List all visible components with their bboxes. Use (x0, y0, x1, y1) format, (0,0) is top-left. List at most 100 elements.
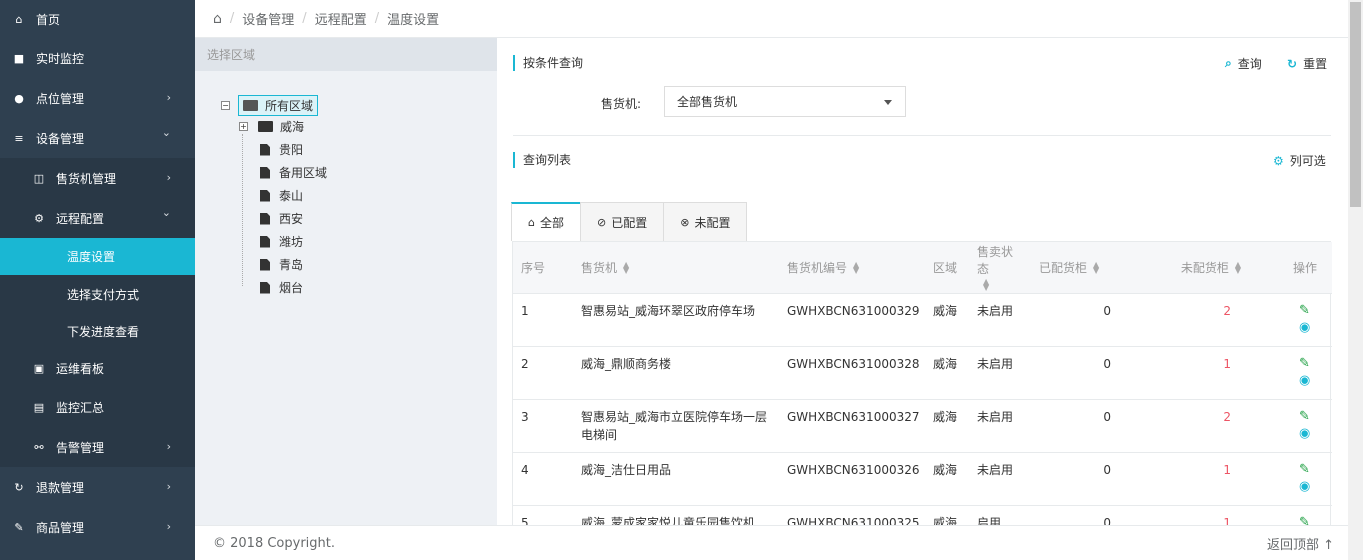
file-icon (260, 235, 270, 248)
tree-node-label: 贵阳 (279, 143, 304, 157)
scrollbar-thumb[interactable] (1350, 2, 1361, 207)
eye-icon[interactable]: ◉ (1299, 319, 1324, 336)
home-icon[interactable]: ⌂ (213, 11, 222, 27)
back-to-top-link[interactable]: 返回顶部 ↑ (1267, 534, 1334, 553)
sidebar-item-label: 设备管理 (36, 131, 85, 146)
sidebar-item-8[interactable]: 下发进度查看 (0, 313, 195, 350)
eye-icon[interactable]: ◉ (1299, 425, 1324, 442)
file-icon: ▤ (33, 400, 45, 414)
sidebar-item-1[interactable]: ■ 实时监控 (0, 38, 195, 78)
reset-button[interactable]: ↻ 重置 (1287, 55, 1327, 72)
breadcrumb-item-temp: 温度设置 (387, 13, 440, 28)
cell-configured: 0 (1031, 505, 1151, 525)
sidebar-item-4[interactable]: ◫ 售货机管理 › (0, 158, 195, 198)
sidebar-item-3[interactable]: ≡ 设备管理 ⌄ (0, 118, 195, 158)
cell-configured: 0 (1031, 293, 1151, 347)
tree-node[interactable]: 西安 (260, 210, 303, 227)
tree-node-label: 备用区域 (279, 166, 328, 180)
cell-machine-code: GWHXBCN631000328 (779, 346, 925, 400)
refresh-icon: ↻ (1287, 56, 1298, 71)
cell-ops: ✎◉ (1271, 346, 1332, 400)
cell-area: 威海 (925, 505, 969, 525)
table-header-row: 序号 售货机 ▲ ▼ 售货机编号 ▲ ▼ 区域 售卖状态 ▲ ▼ 已配货柜 ▲ ▼ 未配货柜 ▲ ▼… (513, 242, 1332, 294)
sort-icon: ▲ ▼ (853, 260, 860, 276)
cell-area: 威海 (925, 346, 969, 400)
sidebar-item-7[interactable]: 选择支付方式 (0, 275, 195, 313)
tree-node-label: 潍坊 (279, 235, 304, 249)
col-header-status[interactable]: 售卖状态 ▲ ▼ (969, 242, 1031, 294)
col-header-unconfigured[interactable]: 未配货柜 ▲ ▼ (1151, 242, 1271, 294)
collapse-toggle-icon[interactable]: − (221, 101, 230, 110)
column-picker-button[interactable]: ⚙ 列可选 (1273, 152, 1326, 169)
sidebar-item-6[interactable]: 温度设置 (0, 238, 195, 275)
sidebar-item-13[interactable]: ✎ 商品管理 › (0, 507, 195, 547)
tree-node[interactable]: 烟台 (260, 279, 303, 296)
cell-machine-code: GWHXBCN631000325 (779, 505, 925, 525)
cell-no: 1 (513, 293, 573, 347)
sidebar-item-10[interactable]: ▤ 监控汇总 (0, 387, 195, 427)
breadcrumb: ⌂ / 设备管理 / 远程配置 / 温度设置 (195, 0, 1348, 38)
sidebar-item-label: 实时监控 (36, 51, 85, 66)
breadcrumb-item-remote[interactable]: 远程配置 (315, 9, 367, 28)
tree-node[interactable]: 潍坊 (260, 233, 303, 250)
sidebar-item-label: 运维看板 (56, 362, 105, 376)
breadcrumb-item-device[interactable]: 设备管理 (242, 9, 294, 28)
sidebar-item-12[interactable]: ↻ 退款管理 › (0, 467, 195, 507)
sidebar-item-0[interactable]: ⌂ 首页 (0, 0, 195, 38)
sidebar-item-2[interactable]: ● 点位管理 › (0, 78, 195, 118)
edit-icon[interactable]: ✎ (1299, 461, 1324, 478)
col-header-code[interactable]: 售货机编号 ▲ ▼ (779, 242, 925, 294)
breadcrumb-separator: / (229, 11, 235, 26)
page-scrollbar[interactable] (1348, 0, 1363, 560)
col-header-configured[interactable]: 已配货柜 ▲ ▼ (1031, 242, 1151, 294)
reset-label: 重置 (1303, 57, 1328, 71)
tab-configured[interactable]: ⊘ 已配置 (580, 202, 665, 241)
header-text: 售货机 (581, 260, 618, 275)
cell-machine-code: GWHXBCN631000329 (779, 293, 925, 347)
eye-icon[interactable]: ◉ (1299, 478, 1324, 495)
tree-node[interactable]: + 威海 (239, 118, 304, 135)
col-header-machine[interactable]: 售货机 ▲ ▼ (573, 242, 779, 294)
tree-node[interactable]: 贵阳 (260, 141, 303, 158)
tree-root-label[interactable]: 所有区域 (238, 95, 319, 116)
edit-icon[interactable]: ✎ (1299, 408, 1324, 425)
tree-node[interactable]: 青岛 (260, 256, 303, 273)
sidebar-item-label: 首页 (36, 12, 61, 27)
tree-node-label: 威海 (280, 120, 305, 134)
close-circle-icon: ⊗ (680, 215, 690, 229)
cell-unconfigured: 1 (1151, 505, 1271, 525)
eye-icon[interactable]: ◉ (1299, 372, 1324, 389)
cell-status: 未启用 (969, 399, 1031, 453)
tab-unconfigured[interactable]: ⊗ 未配置 (663, 202, 748, 241)
main-content: 按条件查询 ⌕ 查询 ↻ 重置 售货机: 全部售货机 查询列表 ⚙ 列可选 ⌂ 全部 ⊘… (497, 38, 1348, 525)
sidebar-item-label: 下发进度查看 (67, 325, 140, 339)
home-icon: ⌂ (528, 216, 535, 229)
cell-status: 启用 (969, 505, 1031, 525)
search-button[interactable]: ⌕ 查询 (1225, 55, 1262, 72)
cell-no: 5 (513, 505, 573, 525)
table-row: 3 智惠易站_威海市立医院停车场一层电梯间 GWHXBCN631000327 威海 未启… (513, 399, 1332, 453)
cell-ops: ✎◉ (1271, 452, 1332, 506)
calendar-icon: ▣ (33, 362, 45, 375)
vending-machine-select[interactable]: 全部售货机 (664, 86, 906, 117)
expand-toggle-icon[interactable]: + (239, 122, 248, 131)
sidebar-item-5[interactable]: ⚙ 远程配置 ⌄ (0, 198, 195, 238)
tree-node[interactable]: 泰山 (260, 187, 303, 204)
cell-unconfigured: 2 (1151, 293, 1271, 347)
sidebar-item-11[interactable]: ⚯ 告警管理 › (0, 427, 195, 467)
sort-icon: ▲ ▼ (983, 276, 990, 292)
sidebar-item-label: 告警管理 (56, 440, 105, 455)
edit-icon[interactable]: ✎ (1299, 514, 1324, 526)
cell-machine-code: GWHXBCN631000327 (779, 399, 925, 453)
header-text: 已配货柜 (1039, 260, 1088, 275)
tree-node[interactable]: 备用区域 (260, 164, 327, 181)
edit-icon[interactable]: ✎ (1299, 302, 1324, 319)
cell-configured: 0 (1031, 399, 1151, 453)
col-header-area: 区域 (925, 242, 969, 294)
sidebar-item-label: 售货机管理 (56, 171, 117, 186)
tab-all[interactable]: ⌂ 全部 (511, 202, 581, 241)
cell-area: 威海 (925, 293, 969, 347)
cell-no: 3 (513, 399, 573, 453)
sidebar-item-9[interactable]: ▣ 运维看板 (0, 350, 195, 387)
edit-icon[interactable]: ✎ (1299, 355, 1324, 372)
